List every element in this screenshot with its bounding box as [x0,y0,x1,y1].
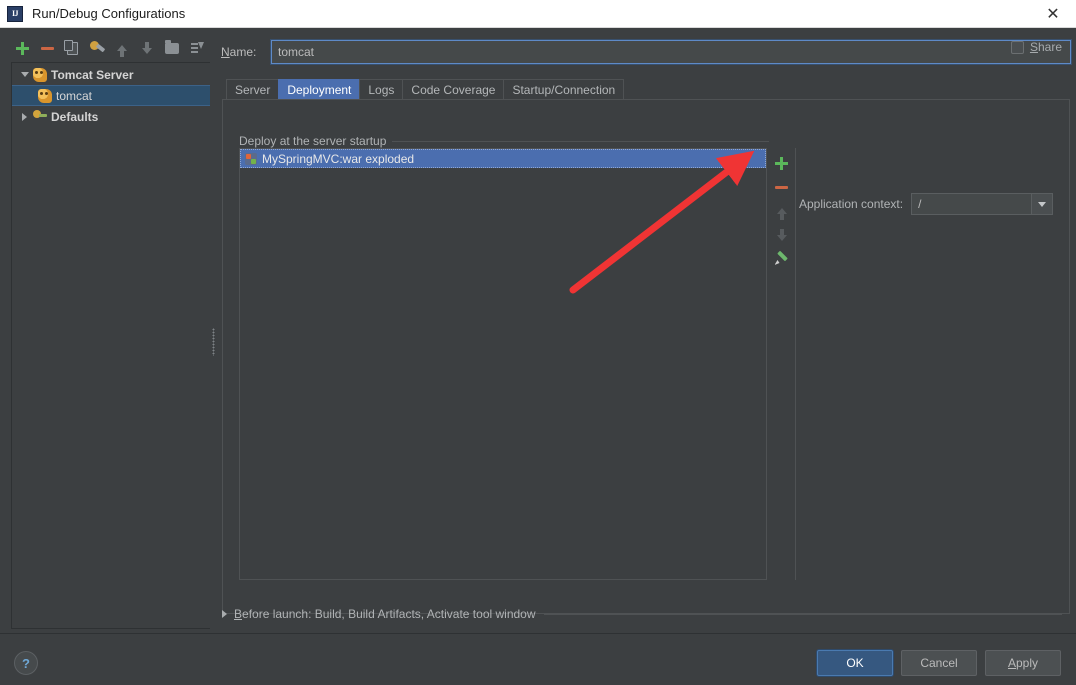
plus-icon [15,41,29,55]
ok-button[interactable]: OK [817,650,893,676]
remove-configuration-button[interactable] [36,37,58,59]
chevron-right-icon[interactable] [18,112,31,121]
move-artifact-up-button[interactable] [769,199,795,223]
deployment-artifacts-list[interactable]: MySpringMVC:war exploded [239,148,767,580]
defaults-icon [33,110,47,123]
add-artifact-button[interactable] [769,151,795,175]
tree-node-tomcat[interactable]: tomcat [12,85,211,106]
intellij-idea-logo-icon: IJ [7,5,23,22]
dialog-button-bar: ? OK Cancel Apply [0,633,1076,685]
tree-node-defaults[interactable]: Defaults [12,106,211,127]
chevron-right-icon[interactable] [222,610,227,618]
apply-button[interactable]: Apply [985,650,1061,676]
window-titlebar: IJ Run/Debug Configurations ✕ [0,0,1076,28]
tomcat-icon [33,67,47,82]
name-input[interactable]: tomcat [271,40,1071,64]
create-folder-button[interactable] [161,37,183,59]
configuration-tabs[interactable]: Server Deployment Logs Code Coverage Sta… [226,78,625,100]
chevron-down-icon[interactable] [1031,194,1053,214]
help-icon[interactable]: ? [14,651,38,675]
chevron-down-icon[interactable] [18,72,31,77]
tab-logs[interactable]: Logs [359,79,404,100]
deployment-tab-content: Deploy at the server startup MySpringMVC… [222,99,1070,614]
arrow-up-icon [776,208,787,220]
copy-icon [63,39,78,55]
wrench-icon [89,41,105,55]
deploy-group-title: Deploy at the server startup [239,134,393,148]
tab-startup-connection[interactable]: Startup/Connection [503,79,625,100]
section-separator [543,613,1062,615]
before-launch-section[interactable]: Before launch: Build, Build Artifacts, A… [222,607,1062,621]
configuration-editor-panel: Name: tomcat Share Server Deployment Log… [216,28,1076,632]
close-icon[interactable]: ✕ [1030,0,1076,27]
edit-artifact-button[interactable] [769,247,795,271]
plus-icon [775,156,788,170]
deploy-group: Deploy at the server startup MySpringMVC… [239,134,1054,585]
configurations-panel: Tomcat Server tomcat Defaults [0,28,211,632]
arrow-down-icon [776,229,787,241]
application-context-value[interactable]: / [912,197,1031,211]
tab-server[interactable]: Server [226,79,280,100]
sort-icon [190,41,204,55]
tree-node-label: Tomcat Server [51,67,134,82]
before-launch-label: Before launch: Build, Build Artifacts, A… [234,607,536,621]
list-item[interactable]: MySpringMVC:war exploded [240,149,766,168]
tab-code-coverage[interactable]: Code Coverage [402,79,505,100]
move-up-button[interactable] [111,37,133,59]
tree-node-label: Defaults [51,109,99,124]
name-row: Name: tomcat [221,38,1071,66]
move-down-button[interactable] [136,37,158,59]
move-artifact-down-button[interactable] [769,223,795,247]
list-item-label: MySpringMVC:war exploded [262,151,415,166]
sort-configurations-button[interactable] [186,37,208,59]
folder-icon [165,39,179,54]
tree-node-label: tomcat [56,88,93,103]
tree-node-tomcat-server[interactable]: Tomcat Server [12,64,211,85]
artifact-icon [245,152,257,165]
add-configuration-button[interactable] [11,37,33,59]
deployment-list-toolbar [768,148,796,580]
configurations-tree[interactable]: Tomcat Server tomcat Defaults [11,62,211,629]
minus-icon [775,185,788,189]
minus-icon [40,46,54,50]
share-checkbox[interactable]: Share [1010,40,1062,54]
window-title: Run/Debug Configurations [32,6,186,21]
tab-deployment[interactable]: Deployment [278,79,361,100]
edit-configuration-templates-button[interactable] [86,37,108,59]
arrow-down-icon [142,42,152,54]
pencil-icon [775,252,789,266]
checkbox-box[interactable] [1010,40,1024,54]
remove-artifact-button[interactable] [769,175,795,199]
name-label: Name: [221,45,257,59]
cancel-button[interactable]: Cancel [901,650,977,676]
arrow-up-icon [117,45,127,57]
copy-configuration-button[interactable] [61,37,83,59]
share-label: Share [1029,40,1062,54]
configurations-toolbar [0,34,211,62]
application-context-combobox[interactable]: / [911,193,1054,215]
application-context-row: Application context: / [799,193,1069,215]
application-context-label: Application context: [799,197,904,211]
splitter-grip[interactable] [212,328,215,356]
tomcat-icon [38,88,52,103]
